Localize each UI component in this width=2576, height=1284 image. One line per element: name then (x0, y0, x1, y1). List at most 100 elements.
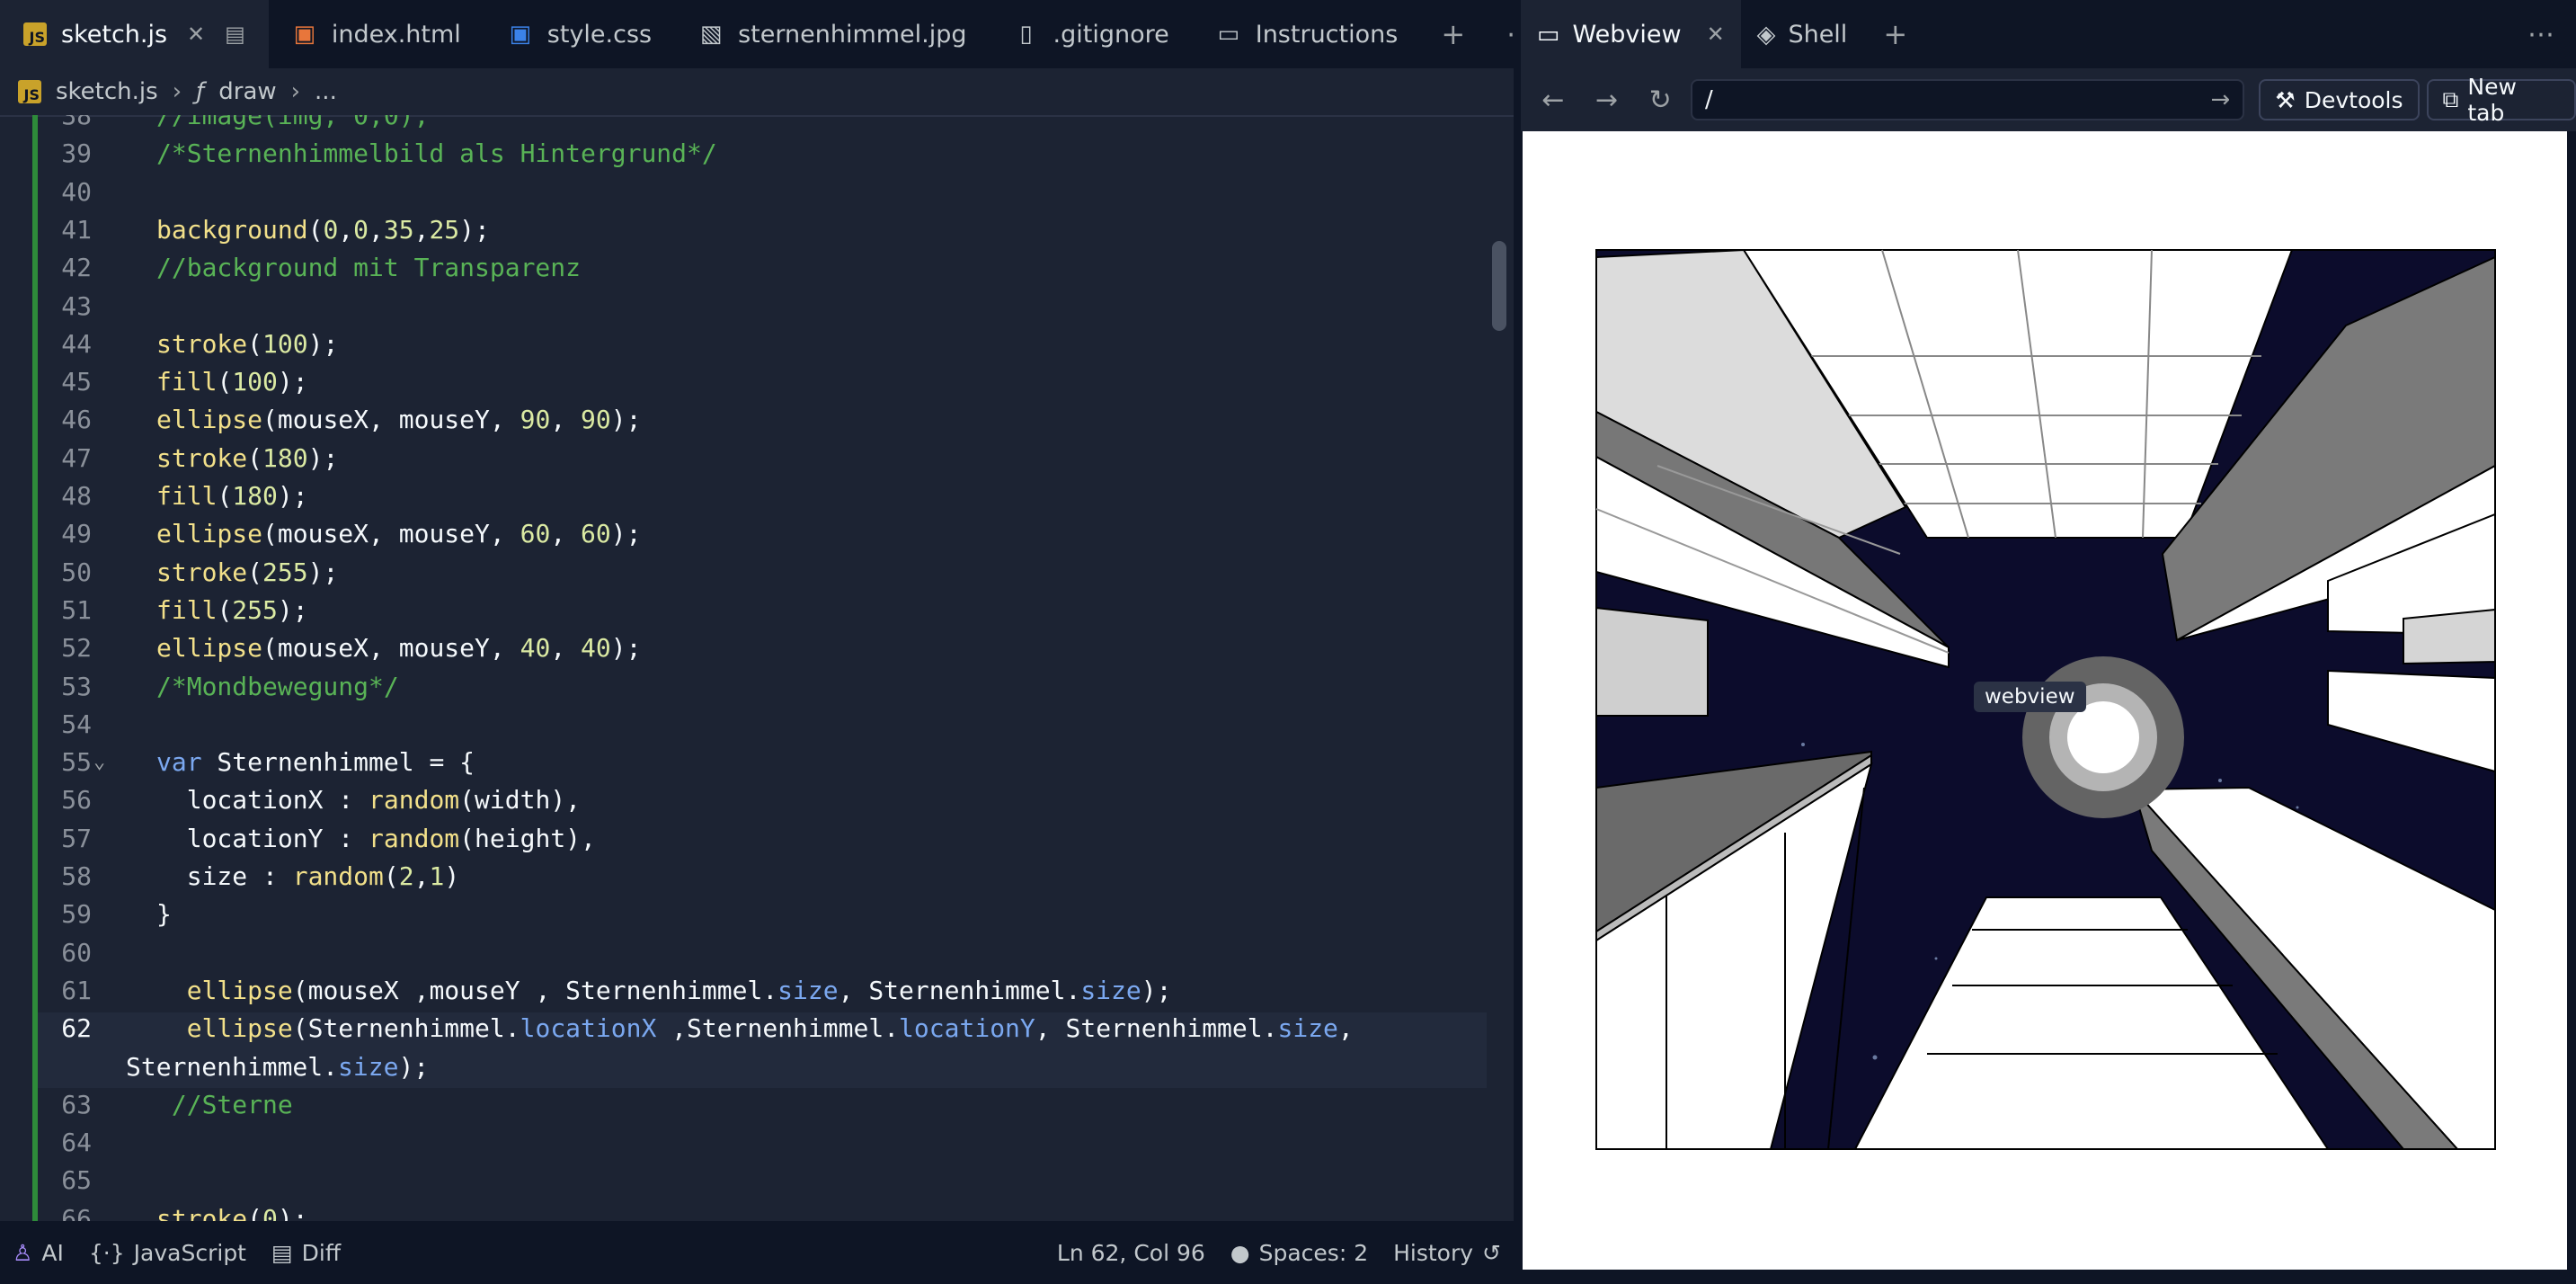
tab-gitignore[interactable]: ▯ .gitignore (990, 0, 1193, 68)
line-text: fill(180); (156, 481, 308, 511)
line-text: locationY : random(height), (156, 823, 596, 853)
tab-shell[interactable]: ◈ Shell (1741, 0, 1864, 68)
close-icon[interactable]: ✕ (187, 22, 205, 47)
code-editor[interactable]: 38 //image(img, 0,0); 39 /*Sternenhimmelbil… (0, 115, 1487, 1221)
book-icon: ▭ (1217, 21, 1240, 48)
split-icon[interactable]: ▤ (225, 22, 245, 47)
tab-label: index.html (331, 20, 461, 49)
go-arrow-icon[interactable]: → (2211, 86, 2231, 113)
add-tab-button[interactable]: + (1863, 0, 1927, 68)
language-button[interactable]: {·} JavaScript (76, 1240, 259, 1266)
line-number: 47 (61, 442, 92, 473)
tab-instructions[interactable]: ▭ Instructions (1193, 0, 1422, 68)
devtools-button[interactable]: ⚒ Devtools (2259, 79, 2420, 120)
editor-tabbar: JS sketch.js ✕ ▤ ▣ index.html ▣ style.cs… (0, 0, 1533, 68)
url-input[interactable]: / → (1691, 79, 2245, 120)
line-number: 43 (61, 290, 92, 321)
line-number: 53 (61, 671, 92, 701)
pane-divider[interactable] (1514, 0, 1521, 1284)
line-number: 52 (61, 633, 92, 664)
html5-icon: ▣ (293, 21, 316, 48)
breadcrumb-more[interactable]: ... (315, 78, 337, 105)
line-number: 57 (61, 823, 92, 853)
line-number: 39 (61, 138, 92, 169)
function-icon: ƒ (196, 78, 205, 105)
ai-button[interactable]: ♙ AI (0, 1240, 76, 1266)
line-text: stroke(255); (156, 557, 339, 587)
line-number: 50 (61, 557, 92, 587)
line-text: ellipse(Sternenhimmel.locationX ,Sternen… (186, 1013, 1354, 1044)
line-text: ellipse(mouseX, mouseY, 60, 60); (156, 519, 642, 549)
indentation-button[interactable]: ● Spaces: 2 (1218, 1240, 1381, 1266)
line-text: stroke(100); (156, 328, 339, 359)
js-file-icon: JS (23, 22, 47, 46)
reload-icon[interactable]: ↻ (1637, 76, 1683, 123)
tab-label: Instructions (1255, 20, 1399, 49)
line-number: 56 (61, 785, 92, 816)
tab-label: Shell (1788, 20, 1848, 49)
tab-style-css[interactable]: ▣ style.css (484, 0, 675, 68)
line-text: /*Sternenhimmelbild als Hintergrund*/ (156, 138, 717, 169)
file-icon: ▯ (1019, 21, 1033, 48)
line-text: Sternenhimmel.size); (126, 1051, 430, 1082)
fold-chevron-icon[interactable]: ⌄ (93, 744, 105, 781)
line-text: /*Mondbewegung*/ (156, 671, 399, 701)
tab-webview[interactable]: ▭ Webview ✕ (1521, 0, 1741, 68)
diff-button[interactable]: ▤ Diff (259, 1240, 353, 1266)
line-number: 41 (61, 214, 92, 245)
chevron-right-icon: › (172, 78, 182, 105)
line-number: 61 (61, 975, 92, 1005)
back-arrow-icon[interactable]: ← (1530, 76, 1577, 123)
tab-label: style.css (546, 20, 653, 49)
tab-label: sketch.js (61, 20, 168, 49)
line-number: 58 (61, 861, 92, 891)
add-tab-button[interactable]: + (1421, 0, 1485, 68)
line-text: var Sternenhimmel = { (156, 747, 475, 778)
line-number: 51 (61, 594, 92, 625)
monitor-icon: ▭ (1537, 20, 1560, 49)
line-number: 44 (61, 328, 92, 359)
devtools-label: Devtools (2304, 86, 2403, 113)
line-text: fill(255); (156, 594, 308, 625)
breadcrumb-symbol[interactable]: draw (218, 78, 276, 105)
line-text: stroke(180); (156, 442, 339, 473)
status-bar: ♙ AI {·} JavaScript ▤ Diff Ln 62, Col 96… (0, 1221, 1514, 1284)
history-button[interactable]: History ↺ (1381, 1240, 1514, 1266)
forward-arrow-icon[interactable]: → (1584, 76, 1630, 123)
tab-index-html[interactable]: ▣ index.html (269, 0, 484, 68)
line-number: 45 (61, 367, 92, 397)
code-brackets-icon: {·} (88, 1239, 125, 1266)
line-number: 42 (61, 253, 92, 283)
line-number: 64 (61, 1128, 92, 1158)
line-number: 59 (61, 899, 92, 930)
js-file-icon: JS (18, 80, 41, 103)
history-label: History (1393, 1239, 1474, 1266)
line-number: 40 (61, 176, 92, 207)
breadcrumb: JS sketch.js › ƒ draw › ... (0, 68, 1514, 117)
diff-icon: ▤ (271, 1239, 293, 1266)
line-number: 65 (61, 1165, 92, 1196)
webview-tooltip: webview (1974, 682, 2086, 712)
line-number: 48 (61, 481, 92, 511)
tab-sketch-js[interactable]: JS sketch.js ✕ ▤ (0, 0, 269, 68)
line-number: 66 (61, 1203, 92, 1221)
line-number: 49 (61, 519, 92, 549)
history-icon: ↺ (1482, 1239, 1501, 1266)
more-options-icon[interactable]: ⋯ (2506, 0, 2576, 68)
new-tab-button[interactable]: ⧉ New tab (2426, 74, 2576, 126)
line-text: //Sterne (156, 1089, 293, 1119)
line-number: 38 (61, 115, 92, 130)
close-icon[interactable]: ✕ (1707, 22, 1725, 47)
spaces-label: Spaces: 2 (1258, 1239, 1369, 1266)
cursor-position[interactable]: Ln 62, Col 96 (1044, 1240, 1218, 1266)
line-number: 46 (61, 405, 92, 435)
line-text: fill(100); (156, 367, 308, 397)
line-text: } (156, 899, 172, 930)
line-text: ellipse(mouseX ,mouseY , Sternenhimmel.s… (186, 975, 1172, 1005)
editor-scrollbar[interactable] (1492, 241, 1506, 331)
breadcrumb-file[interactable]: sketch.js (56, 78, 158, 105)
image-file-icon: ▧ (699, 21, 723, 48)
line-text: stroke(0); (156, 1203, 308, 1221)
moon (2022, 656, 2184, 818)
tab-sternenhimmel-jpg[interactable]: ▧ sternenhimmel.jpg (675, 0, 990, 68)
